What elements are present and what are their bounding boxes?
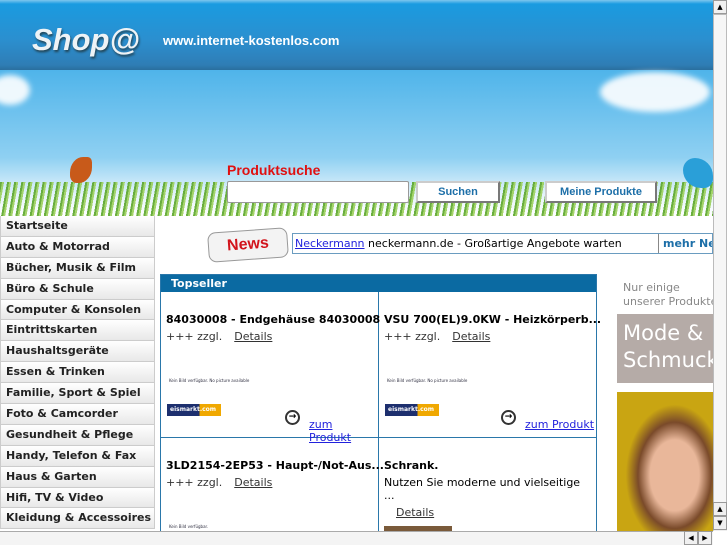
my-products-button[interactable]: Meine Produkte — [545, 181, 657, 203]
search-input[interactable] — [227, 181, 409, 203]
product-description: Nutzen Sie moderne und vielseitige ... — [384, 476, 581, 502]
topseller-title: Topseller — [161, 275, 596, 292]
details-link[interactable]: Details — [234, 476, 272, 489]
category-sidebar: Startseite Auto & Motorrad Bücher, Musik &… — [0, 216, 155, 530]
sidebar-item[interactable]: Computer & Konsolen — [0, 299, 155, 321]
promo-line: unserer Produkte — [623, 295, 718, 308]
product-card: 3LD2154-2EP53 - Haupt-/Not-Aus... +++ zz… — [161, 438, 384, 538]
sidebar-item[interactable]: Auto & Motorrad — [0, 236, 155, 258]
no-image-text: Kein Bild verfügbar. No picture availabl… — [387, 378, 468, 383]
sidebar-item[interactable]: Haushaltsgeräte — [0, 341, 155, 363]
product-title[interactable]: 3LD2154-2EP53 - Haupt-/Not-Aus... — [166, 459, 384, 472]
sidebar-item[interactable]: Handy, Telefon & Fax — [0, 445, 155, 467]
promo-line: Nur einige — [623, 281, 680, 294]
fashion-banner[interactable]: Mode & Schmuck — [617, 314, 713, 383]
arrow-right-icon[interactable]: → — [501, 410, 516, 425]
product-card: Schrank. Nutzen Sie moderne und vielseit… — [379, 438, 597, 538]
sidebar-item[interactable]: Essen & Trinken — [0, 362, 155, 384]
news-ticker: Neckermann neckermann.de - Großartige An… — [292, 233, 713, 254]
product-price: +++ zzgl. — [384, 330, 441, 343]
banner-line: Schmuck — [623, 348, 713, 372]
sidebar-item[interactable]: Familie, Sport & Spiel — [0, 383, 155, 405]
product-card: VSU 700(EL)9.0KW - Heizkörperb... +++ zz… — [379, 292, 601, 438]
product-title[interactable]: 84030008 - Endgehäuse 84030008 — [166, 313, 380, 326]
scroll-left-icon[interactable]: ◀ — [684, 531, 698, 545]
banner-line: Mode & — [623, 321, 704, 345]
sidebar-item[interactable]: Bücher, Musik & Film — [0, 257, 155, 279]
product-price: +++ zzgl. — [166, 476, 223, 489]
product-link[interactable]: zum Produkt — [525, 418, 594, 431]
scroll-right-icon[interactable]: ▶ — [698, 531, 712, 545]
sidebar-item[interactable]: Hifi, TV & Video — [0, 487, 155, 509]
sidebar-item[interactable]: Gesundheit & Pflege — [0, 424, 155, 446]
search-title: Produktsuche — [227, 162, 321, 178]
more-news-button[interactable]: mehr News — [658, 234, 712, 253]
product-title[interactable]: VSU 700(EL)9.0KW - Heizkörperb... — [384, 313, 601, 326]
sidebar-item[interactable]: Büro & Schule — [0, 278, 155, 300]
product-card: 84030008 - Endgehäuse 84030008 +++ zzgl.… — [161, 292, 380, 444]
news-badge: News — [207, 227, 289, 263]
no-image-text: Kein Bild verfügbar. — [169, 524, 209, 529]
model-photo[interactable] — [617, 392, 713, 531]
header-banner: Shop@ www.internet-kostenlos.com — [0, 0, 713, 70]
scroll-down-icon[interactable]: ▼ — [713, 516, 727, 530]
product-price: +++ zzgl. — [166, 330, 223, 343]
search-button[interactable]: Suchen — [416, 181, 500, 203]
topseller-panel: Topseller 84030008 - Endgehäuse 84030008… — [160, 274, 601, 538]
news-text: neckermann.de - Großartige Angebote wart… — [364, 237, 622, 250]
sidebar-item[interactable]: Startseite — [0, 216, 155, 237]
scrollbar-thumb[interactable] — [713, 14, 727, 504]
details-link[interactable]: Details — [234, 330, 272, 343]
arrow-right-icon[interactable]: → — [285, 410, 300, 425]
scroll-up-icon[interactable]: ▲ — [713, 502, 727, 516]
product-title[interactable]: Schrank. — [384, 459, 592, 472]
shop-logo: eismarkt.com — [167, 404, 221, 416]
no-image-text: Kein Bild verfügbar. No picture availabl… — [169, 378, 250, 383]
sidebar-item[interactable]: Kleidung & Accessoires — [0, 508, 155, 530]
shop-logo: eismarkt.com — [385, 404, 439, 416]
details-link[interactable]: Details — [452, 330, 490, 343]
details-link[interactable]: Details — [396, 506, 434, 519]
shop-logo[interactable]: Shop@ — [32, 22, 140, 58]
horizontal-scrollbar[interactable] — [0, 531, 713, 545]
promo-caption: Nur einige unserer Produkte — [623, 281, 717, 309]
site-url: www.internet-kostenlos.com — [163, 33, 340, 48]
scroll-up-icon[interactable]: ▲ — [713, 0, 727, 14]
sidebar-item[interactable]: Eintrittskarten — [0, 320, 155, 342]
news-link[interactable]: Neckermann — [295, 237, 365, 250]
sidebar-item[interactable]: Haus & Garten — [0, 466, 155, 488]
sidebar-item[interactable]: Foto & Camcorder — [0, 404, 155, 425]
